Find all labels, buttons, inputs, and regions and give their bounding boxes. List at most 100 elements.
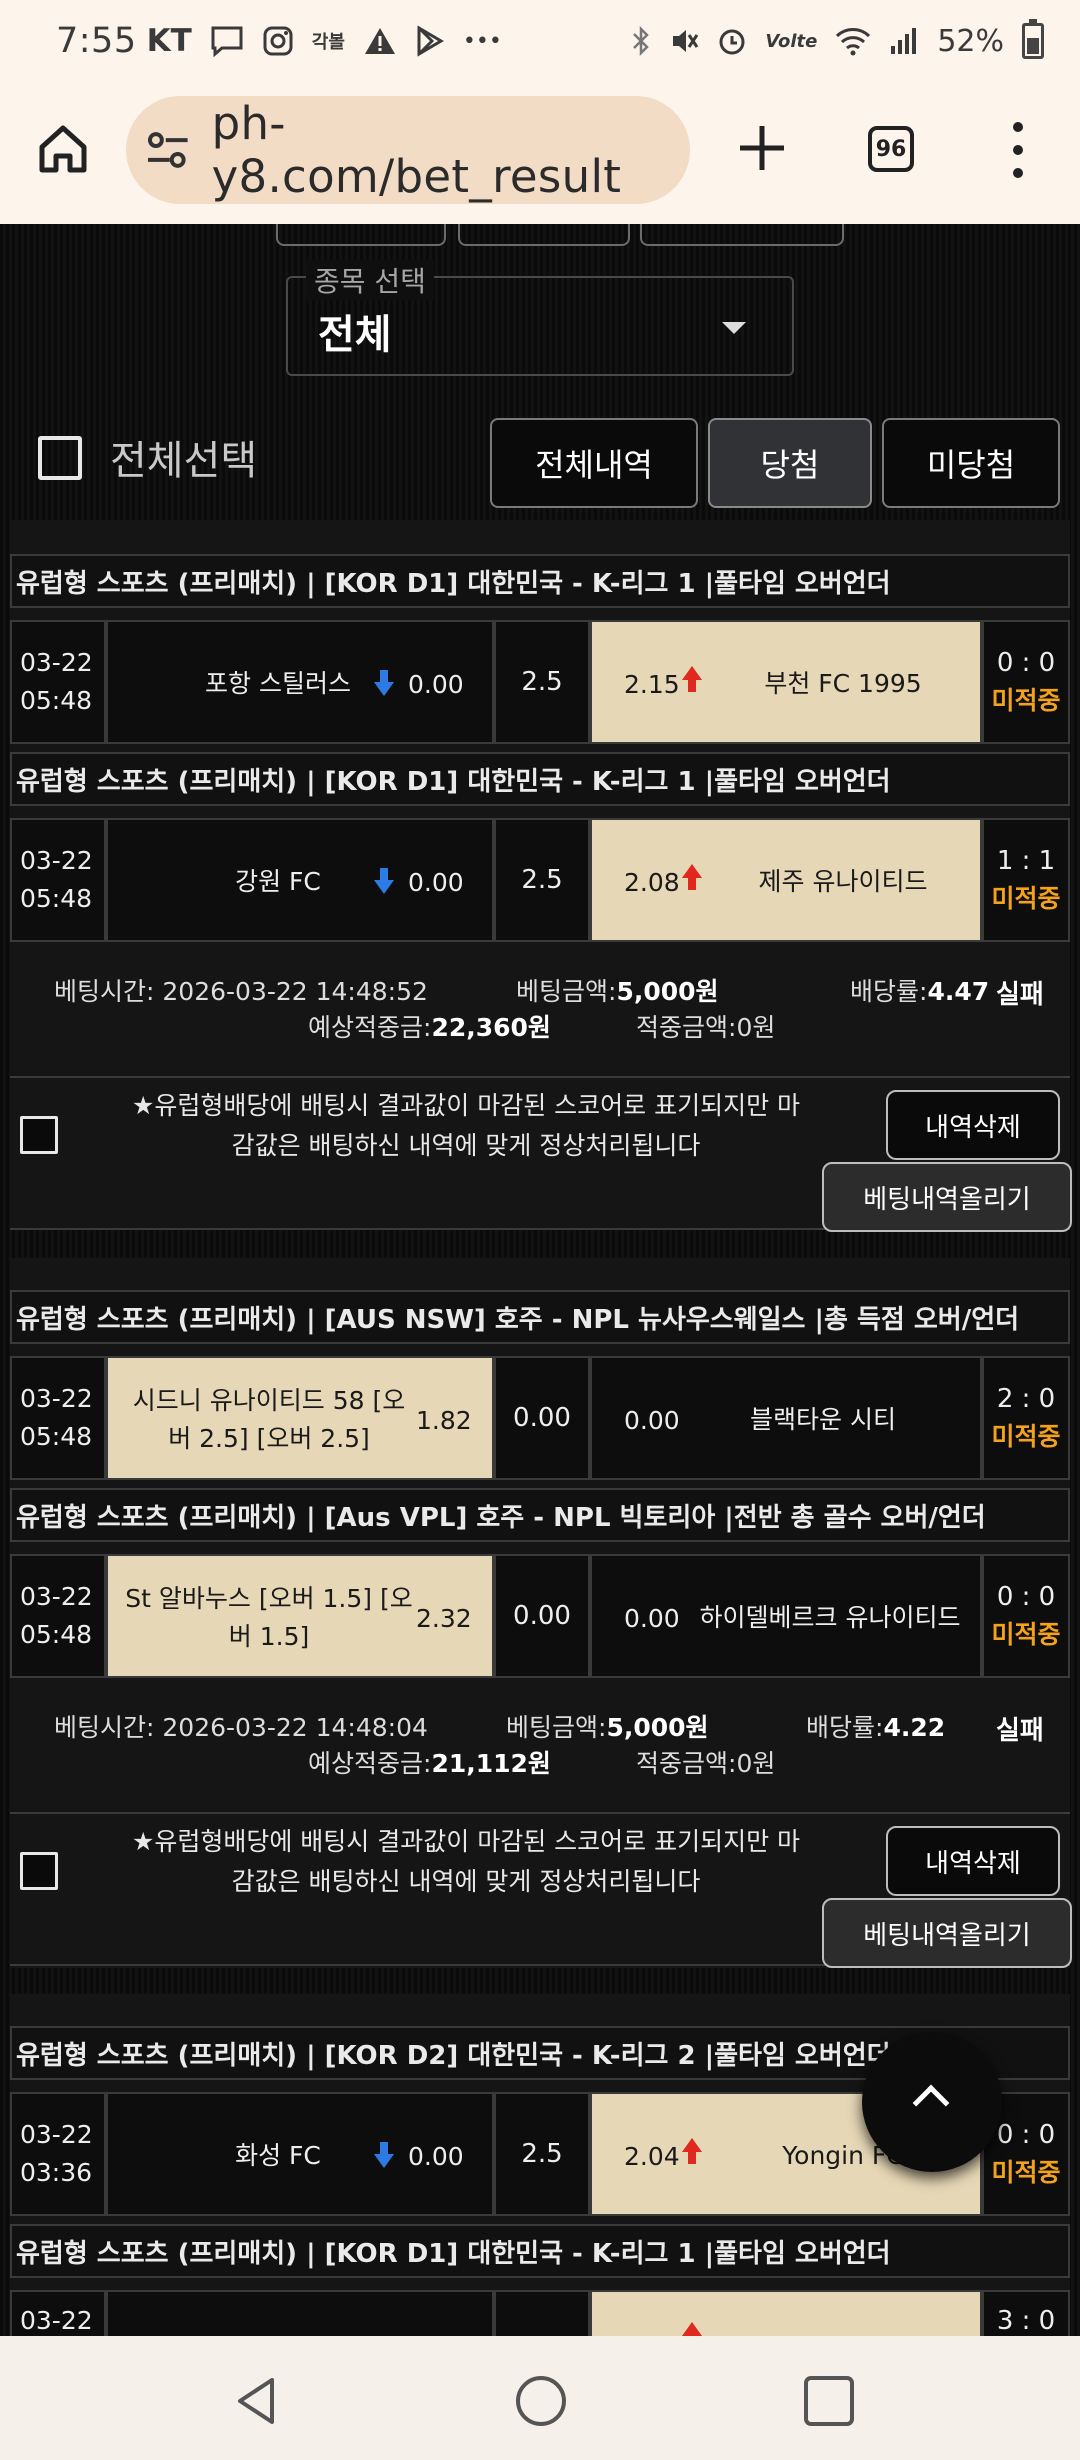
expected-win: 예상적중금:21,112원 — [308, 1749, 551, 1778]
home-team-cell-selected[interactable]: St 알바누스 [오버 1.5] [오 버 1.5] 2.32 — [106, 1554, 494, 1678]
home-icon[interactable] — [36, 122, 90, 176]
bet-result: 실패 — [996, 1716, 1044, 1746]
bet-amount: 베팅금액:5,000원 — [506, 1713, 709, 1742]
away-odds: 0.00 — [624, 1405, 680, 1435]
tab-switcher-button[interactable]: 96 — [868, 126, 914, 172]
back-icon[interactable] — [234, 2376, 278, 2426]
away-team-name: 부천 FC 1995 — [764, 669, 922, 698]
odds-up-icon — [682, 666, 702, 680]
away-team-cell-selected[interactable] — [590, 2290, 982, 2336]
home-team-cell[interactable]: 화성 FC 0.00 — [106, 2092, 494, 2216]
filter-won-button[interactable]: 당첨 — [708, 418, 872, 508]
browser-menu-icon[interactable] — [1008, 122, 1028, 178]
odds-up-icon — [688, 2152, 696, 2164]
score: 1 : 1 — [996, 846, 1056, 876]
win-amount: 적중금액:0원 — [636, 1013, 776, 1042]
bet-select-checkbox[interactable] — [20, 1852, 58, 1890]
home-team-cell[interactable]: 포항 스틸러스 0.00 — [106, 620, 494, 744]
sport-select-value[interactable]: 전체 — [318, 302, 392, 360]
message-icon — [211, 26, 243, 57]
league-header: 유럽형 스포츠 (프리매치) | [Aus VPL] 호주 - NPL 빅토리아… — [10, 1488, 1070, 1542]
volte-indicator: Volte — [765, 30, 818, 52]
home-nav-icon[interactable] — [516, 2376, 566, 2426]
home-odds: 1.82 — [416, 1405, 472, 1435]
scroll-to-top-button[interactable] — [862, 2032, 1002, 2172]
top-tab-stub[interactable] — [458, 224, 630, 246]
bet-summary: 베팅시간: 2026-03-22 14:48:52 베팅금액:5,000원 배당… — [10, 970, 1070, 1074]
status-badge: 미적중 — [991, 884, 1061, 913]
page-content: 종목 선택 전체 전체선택 전체내역 당첨 미당첨 유럽형 스포츠 (프리매치)… — [0, 224, 1080, 2336]
score: 2 : 0 — [996, 1384, 1056, 1414]
odds-up-icon — [688, 878, 696, 890]
away-odds: 2.08 — [624, 867, 680, 897]
bet-time: 베팅시간: 2026-03-22 14:48:04 — [54, 1713, 428, 1742]
bet-select-checkbox[interactable] — [20, 1116, 58, 1154]
sport-select[interactable]: 종목 선택 전체 — [286, 260, 794, 376]
match-datetime: 03-22 03:36 — [10, 2092, 106, 2216]
odds-down-icon — [380, 670, 388, 682]
away-team-cell[interactable]: 0.00 블랙타운 시티 — [590, 1356, 982, 1480]
wifi-icon — [836, 28, 871, 56]
address-bar[interactable]: ph-y8.com/bet_result — [126, 96, 690, 204]
new-tab-icon[interactable] — [734, 120, 790, 176]
dropdown-arrow-icon[interactable] — [722, 322, 746, 334]
upload-bet-button[interactable]: 베팅내역올리기 — [822, 1162, 1072, 1232]
delete-history-button[interactable]: 내역삭제 — [886, 1090, 1060, 1160]
recents-icon[interactable] — [804, 2376, 854, 2426]
away-team-cell-selected[interactable]: 2.15 부천 FC 1995 — [590, 620, 982, 744]
warning-icon — [364, 28, 395, 54]
match-row: 03-22 05:48 시드니 유나이티드 58 [오 버 2.5] [오버 2… — [10, 1356, 1070, 1480]
league-header: 유럽형 스포츠 (프리매치) | [KOR D1] 대한민국 - K-리그 1 … — [10, 2224, 1070, 2278]
league-header: 유럽형 스포츠 (프리매치) | [AUS NSW] 호주 - NPL 뉴사우스… — [10, 1290, 1070, 1344]
carrier: KT — [146, 23, 192, 59]
filter-lost-button[interactable]: 미당첨 — [882, 418, 1060, 508]
battery-icon — [1022, 19, 1044, 59]
handicap-line: 2.5 — [494, 818, 590, 942]
home-team-cell[interactable]: 강원 FC 0.00 — [106, 818, 494, 942]
select-all-label[interactable]: 전체선택 — [110, 428, 257, 486]
match-datetime: 03-22 05:48 — [10, 1554, 106, 1678]
notice-text: ★유럽형배당에 배팅시 결과값이 마감된 스코어로 표기되지만 마 감값은 배팅… — [131, 1827, 801, 1896]
url-text[interactable]: ph-y8.com/bet_result — [212, 97, 690, 203]
signal-icon — [891, 28, 917, 54]
bet-amount: 베팅금액:5,000원 — [516, 977, 719, 1006]
match-result: 2 : 0 미적중 — [982, 1356, 1070, 1480]
home-team-name: 강원 FC — [235, 867, 321, 896]
notice-text: ★유럽형배당에 배팅시 결과값이 마감된 스코어로 표기되지만 마 감값은 배팅… — [131, 1091, 801, 1160]
status-badge: 미적중 — [991, 686, 1061, 715]
odds-up-icon — [688, 680, 696, 692]
odds-rate: 배당률:4.47 — [850, 977, 990, 1006]
more-notifications-icon: ••• — [462, 28, 502, 54]
home-team-cell-selected[interactable]: 시드니 유나이티드 58 [오 버 2.5] [오버 2.5] 1.82 — [106, 1356, 494, 1480]
odds-up-icon — [682, 2138, 702, 2152]
bluetooth-icon — [633, 25, 650, 57]
away-team-name: 제주 유나이티드 — [758, 867, 928, 896]
sport-select-label: 종목 선택 — [306, 260, 434, 300]
home-team-cell[interactable] — [106, 2290, 494, 2336]
delete-history-button[interactable]: 내역삭제 — [886, 1826, 1060, 1896]
bet-summary: 베팅시간: 2026-03-22 14:48:04 베팅금액:5,000원 배당… — [10, 1706, 1070, 1810]
select-all-checkbox[interactable] — [38, 436, 82, 480]
top-tab-stub[interactable] — [640, 224, 844, 246]
away-team-cell[interactable]: 0.00 하이델베르크 유나이티드 — [590, 1554, 982, 1678]
status-badge: 미적중 — [991, 2158, 1061, 2187]
handicap-line: 2.5 — [494, 620, 590, 744]
top-tab-stub[interactable] — [276, 224, 446, 246]
upload-bet-button[interactable]: 베팅내역올리기 — [822, 1898, 1072, 1968]
score: 0 : 0 — [996, 1582, 1056, 1612]
odds-down-icon — [380, 2142, 388, 2154]
mute-icon — [673, 30, 699, 52]
match-row: 03-22 05:48 St 알바누스 [오버 1.5] [오 버 1.5] 2… — [10, 1554, 1070, 1678]
home-odds: 0.00 — [408, 2141, 464, 2171]
site-settings-icon[interactable] — [146, 130, 190, 170]
match-result: 0 : 0 미적중 — [982, 1554, 1070, 1678]
league-header: 유럽형 스포츠 (프리매치) | [KOR D1] 대한민국 - K-리그 1 … — [10, 752, 1070, 806]
bet-time: 베팅시간: 2026-03-22 14:48:52 — [54, 977, 428, 1006]
odds-down-icon — [374, 2154, 394, 2168]
match-row: 03-22 05:48 포항 스틸러스 0.00 2.5 2.15 부천 FC … — [10, 620, 1070, 744]
filter-all-button[interactable]: 전체내역 — [490, 418, 698, 508]
away-team-cell-selected[interactable]: 2.08 제주 유나이티드 — [590, 818, 982, 942]
league-header: 유럽형 스포츠 (프리매치) | [KOR D1] 대한민국 - K-리그 1 … — [10, 554, 1070, 608]
expected-win: 예상적중금:22,360원 — [308, 1013, 551, 1042]
away-team-name: 하이델베르크 유나이티드 — [699, 1603, 961, 1632]
